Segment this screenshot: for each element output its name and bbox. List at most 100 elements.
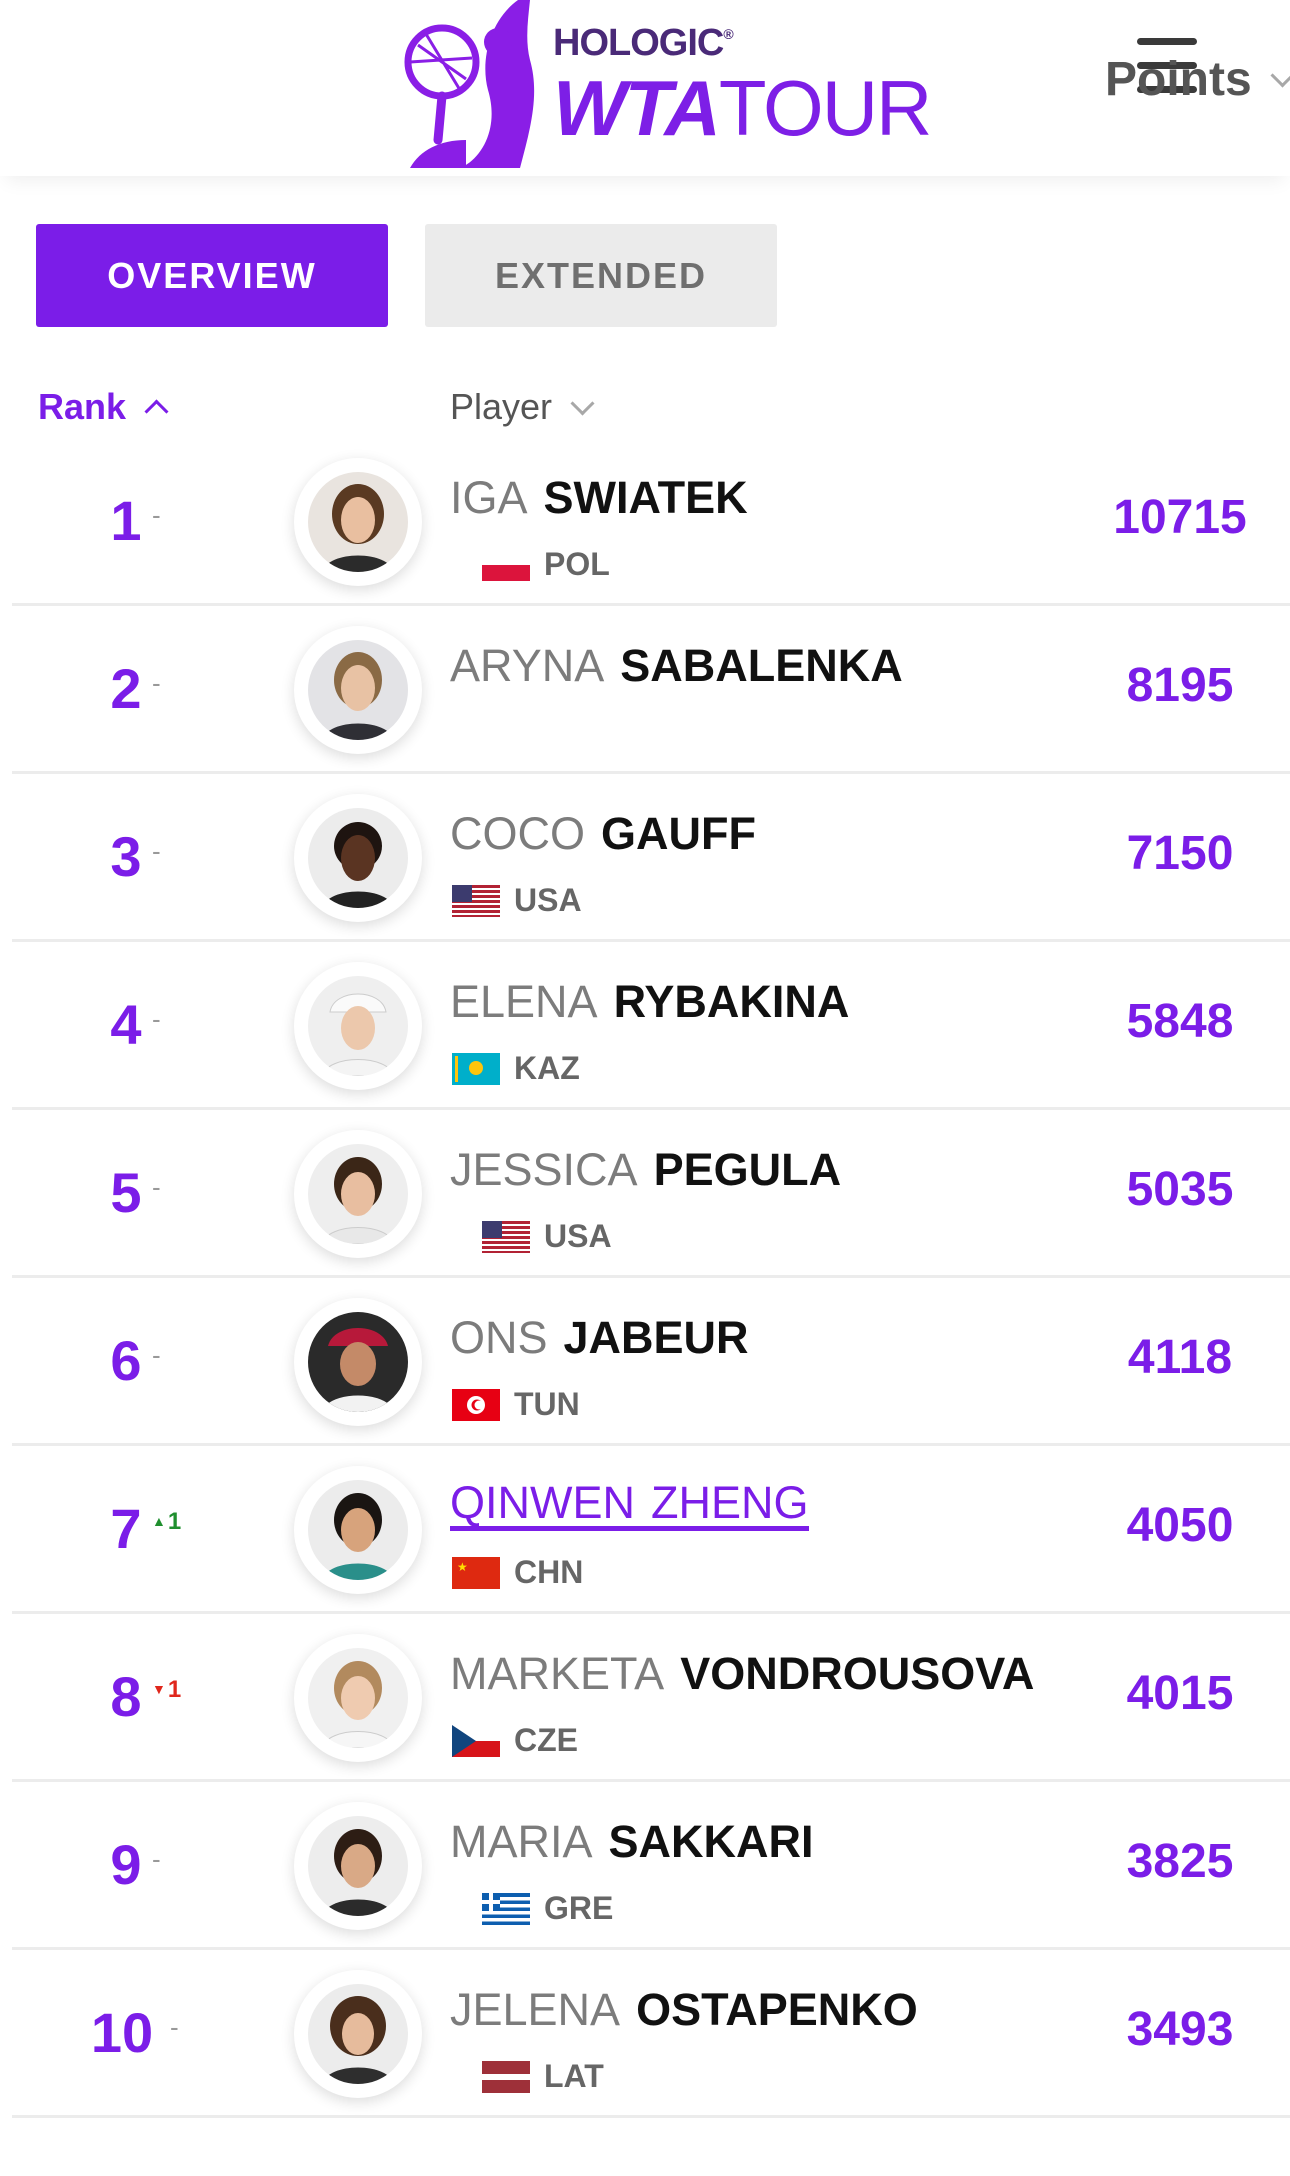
hologic-wordmark: HOLOGIC® [553, 22, 734, 64]
chevron-down-icon [1270, 63, 1290, 88]
player-avatar[interactable] [294, 1466, 422, 1594]
points-value: 10715 [1113, 491, 1247, 544]
flag-poland-icon [482, 548, 530, 581]
header: HOLOGIC® WTATOUR [0, 0, 1290, 176]
points-value: 4050 [1126, 1499, 1234, 1552]
table-row[interactable]: 4 - ELENA RYBAKINA KAZ 5848 [12, 942, 1290, 1110]
flag-china-icon: ★ [452, 1556, 500, 1589]
country-code: POL [544, 546, 610, 582]
player-country: ★ CHN [452, 1554, 583, 1591]
rank-header-label: Rank [38, 386, 127, 427]
chevron-down-icon [570, 390, 595, 416]
country-code: TUN [514, 1386, 580, 1422]
country-code: CZE [514, 1722, 578, 1758]
flag-greece-icon [482, 1892, 530, 1925]
player-name-link[interactable]: ARYNA SABALENKA [450, 640, 903, 692]
flag-usa-icon [452, 884, 500, 917]
player-name-link[interactable]: JESSICA PEGULA [450, 1144, 841, 1196]
flag-usa-icon [482, 1220, 530, 1253]
points-value: 4118 [1127, 1331, 1233, 1384]
player-avatar[interactable] [294, 962, 422, 1090]
points-value: 5848 [1126, 995, 1234, 1048]
player-name-link[interactable]: IGA SWIATEK [450, 472, 748, 524]
table-row[interactable]: 1 - IGA SWIATEK POL 10715 [12, 438, 1290, 606]
player-avatar[interactable] [294, 1130, 422, 1258]
player-name-link[interactable]: MARKETA VONDROUSOVA [450, 1648, 1034, 1700]
svg-text:★: ★ [457, 1560, 468, 1574]
flag-czechia-icon [452, 1724, 500, 1757]
rank-number: 9 [110, 1833, 142, 1896]
tab-overview[interactable]: OVERVIEW [36, 224, 388, 327]
table-row[interactable]: 7 ▲1 QINWEN ZHENG ★ CHN 4050 [12, 1446, 1290, 1614]
rank-movement-up: ▲1 [152, 1508, 182, 1535]
country-code: GRE [544, 1890, 614, 1926]
wta-player-logo-icon[interactable] [380, 0, 550, 170]
flag-kazakhstan-icon [452, 1052, 500, 1085]
sort-ascending-icon [144, 398, 169, 424]
player-avatar[interactable] [294, 1298, 422, 1426]
country-code: USA [544, 1218, 612, 1254]
player-country: USA [452, 882, 582, 919]
table-row[interactable]: 10 - JELENA OSTAPENKO LAT 3493 [12, 1950, 1290, 2118]
player-country: TUN [452, 1386, 580, 1423]
player-country: KAZ [452, 1050, 580, 1087]
rank-movement: - [152, 836, 161, 866]
points-header-label: Points [1105, 53, 1252, 106]
table-row[interactable]: 9 - MARIA SAKKARI GRE 3825 [12, 1782, 1290, 1950]
rank-movement-down: ▼1 [152, 1676, 182, 1703]
player-name-link[interactable]: MARIA SAKKARI [450, 1816, 814, 1868]
tab-extended[interactable]: EXTENDED [425, 224, 777, 327]
player-name-link[interactable]: COCO GAUFF [450, 808, 756, 860]
arrow-up-icon: ▲ [152, 1513, 166, 1529]
points-column-header[interactable]: Points [1105, 52, 1290, 107]
player-avatar[interactable] [294, 1970, 422, 2098]
rank-movement: - [152, 500, 161, 530]
points-value: 3825 [1126, 1835, 1234, 1888]
table-row[interactable]: 6 - ONS JABEUR TUN 4118 [12, 1278, 1290, 1446]
points-value: 8195 [1126, 659, 1234, 712]
player-header-label: Player [450, 386, 553, 427]
rank-movement: - [152, 1844, 161, 1874]
table-row[interactable]: 5 - JESSICA PEGULA USA 5035 [12, 1110, 1290, 1278]
country-code: CHN [514, 1554, 584, 1590]
rank-column-header[interactable]: Rank [38, 386, 169, 428]
player-country: GRE [482, 1890, 613, 1927]
player-avatar[interactable] [294, 1634, 422, 1762]
player-avatar[interactable] [294, 1802, 422, 1930]
rank-movement: - [152, 1004, 161, 1034]
rank-movement: - [152, 1172, 161, 1202]
player-name-link[interactable]: ONS JABEUR [450, 1312, 749, 1364]
player-avatar[interactable] [294, 626, 422, 754]
flag-tunisia-icon [452, 1388, 500, 1421]
row-divider [12, 2115, 1290, 2118]
player-avatar[interactable] [294, 794, 422, 922]
player-country: USA [482, 1218, 612, 1255]
rank-number: 4 [110, 993, 142, 1056]
player-name-link[interactable]: QINWEN ZHENG [450, 1480, 809, 1531]
player-name-link[interactable]: JELENA OSTAPENKO [450, 1984, 918, 2036]
rank-movement: - [152, 1340, 161, 1370]
points-value: 7150 [1126, 827, 1234, 880]
rank-number: 1 [110, 489, 142, 552]
wta-tour-wordmark[interactable]: WTATOUR [553, 68, 932, 148]
table-row[interactable]: 3 - COCO GAUFF USA 7150 [12, 774, 1290, 942]
points-value: 3493 [1126, 2003, 1234, 2056]
table-row[interactable]: 8 ▼1 MARKETA VONDROUSOVA CZE 4015 [12, 1614, 1290, 1782]
player-avatar[interactable] [294, 458, 422, 586]
rank-number: 3 [110, 825, 142, 888]
points-value: 4015 [1126, 1667, 1234, 1720]
player-country: POL [482, 546, 610, 583]
rank-movement: - [152, 668, 161, 698]
rank-number: 5 [110, 1161, 142, 1224]
rank-number: 2 [110, 657, 142, 720]
table-row[interactable]: 2 - ARYNA SABALENKA 8195 [12, 606, 1290, 774]
flag-latvia-icon [482, 2060, 530, 2093]
country-code: USA [514, 882, 582, 918]
country-code: LAT [544, 2058, 604, 2094]
player-column-header[interactable]: Player [450, 386, 595, 428]
rank-number: 6 [110, 1329, 142, 1392]
player-name-link[interactable]: ELENA RYBAKINA [450, 976, 849, 1028]
points-value: 5035 [1126, 1163, 1234, 1216]
player-country: LAT [482, 2058, 604, 2095]
country-code: KAZ [514, 1050, 580, 1086]
